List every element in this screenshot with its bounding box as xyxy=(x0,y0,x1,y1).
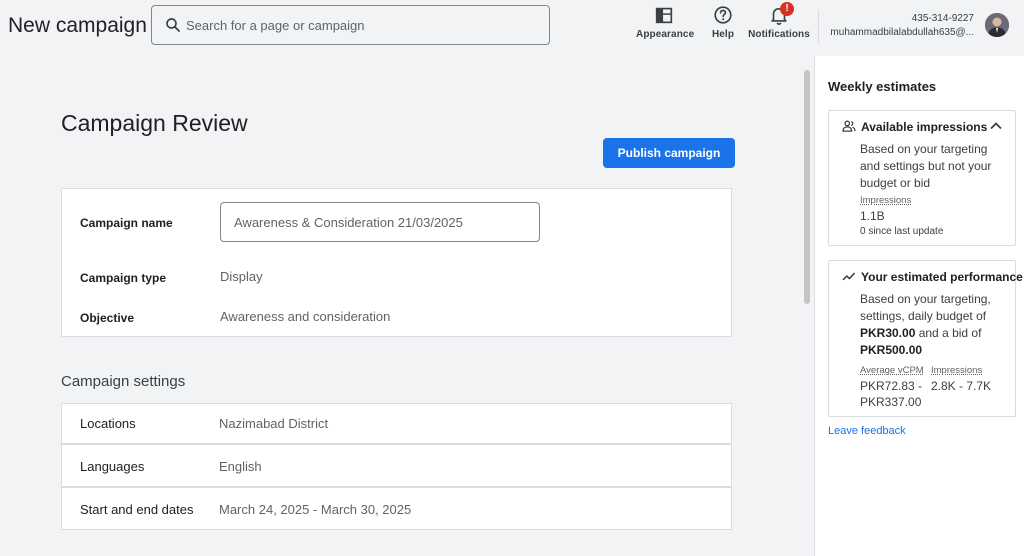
impressions-description: Based on your targeting and settings but… xyxy=(860,142,992,190)
weekly-estimates-panel: Weekly estimates Available impressions B… xyxy=(814,56,1024,556)
help-label: Help xyxy=(711,29,735,40)
appearance-icon xyxy=(655,7,673,24)
campaign-type-label: Campaign type xyxy=(80,271,167,285)
help-icon xyxy=(714,6,732,24)
avatar[interactable] xyxy=(985,13,1009,37)
performance-description: Based on your targeting, settings, daily… xyxy=(860,291,1010,359)
publish-campaign-button[interactable]: Publish campaign xyxy=(603,138,735,168)
campaign-settings-title: Campaign settings xyxy=(61,373,186,390)
impressions-stat-value: 1.1B xyxy=(860,209,885,223)
estimated-performance-title: Your estimated performance xyxy=(861,270,1023,284)
notification-badge: ! xyxy=(780,2,794,16)
settings-row-value: March 24, 2025 - March 30, 2025 xyxy=(219,502,412,517)
settings-row-dates[interactable]: Start and end dates March 24, 2025 - Mar… xyxy=(61,487,732,530)
people-icon xyxy=(842,120,856,132)
impressions-stat-label: Impressions xyxy=(860,195,912,206)
average-vcpm-value-high: PKR337.00 xyxy=(860,395,922,409)
estimated-performance-header: Your estimated performance xyxy=(842,270,1023,284)
available-impressions-title: Available impressions xyxy=(861,120,988,134)
campaign-name-value: Awareness & Consideration 21/03/2025 xyxy=(234,215,463,230)
estimated-performance-card: Your estimated performance Based on your… xyxy=(828,260,1023,417)
trend-icon xyxy=(842,272,856,281)
help-button[interactable]: Help xyxy=(708,4,738,40)
available-impressions-header: Available impressions xyxy=(842,120,987,134)
search-input[interactable] xyxy=(186,7,536,43)
scrollbar-thumb[interactable] xyxy=(804,70,810,304)
search-box[interactable] xyxy=(151,5,550,45)
campaign-name-label: Campaign name xyxy=(80,216,173,230)
settings-row-label: Languages xyxy=(80,459,145,474)
campaign-type-value: Display xyxy=(220,269,263,284)
average-vcpm-value-low: PKR72.83 - xyxy=(860,379,923,393)
search-icon xyxy=(166,18,180,32)
page-title: Campaign Review xyxy=(61,110,248,136)
objective-value: Awareness and consideration xyxy=(220,309,391,324)
performance-impressions-label: Impressions xyxy=(931,365,983,376)
settings-row-value: Nazimabad District xyxy=(219,416,329,431)
appearance-label: Appearance xyxy=(636,29,695,40)
campaign-details-card: Campaign name Awareness & Consideration … xyxy=(61,188,732,337)
average-vcpm-label: Average vCPM xyxy=(860,365,924,376)
panel-title: Weekly estimates xyxy=(828,79,937,94)
daily-budget-value: PKR30.00 xyxy=(860,326,916,340)
available-impressions-card: Available impressions Based on your targ… xyxy=(828,110,1016,246)
settings-row-languages[interactable]: Languages English xyxy=(61,444,732,487)
header-divider xyxy=(818,10,819,44)
performance-desc-text: Based on your targeting, settings, daily… xyxy=(860,292,991,323)
account-email[interactable]: muhammadbilalabdullah635@... xyxy=(830,27,974,38)
performance-desc-mid: and a bid of xyxy=(915,326,982,340)
chevron-up-icon[interactable] xyxy=(989,119,1003,133)
main-content: Campaign Review Publish campaign Campaig… xyxy=(0,56,814,556)
account-phone[interactable]: 435-314-9227 xyxy=(912,13,974,24)
notifications-button[interactable]: ! Notifications xyxy=(748,2,810,40)
user-photo-icon xyxy=(985,13,1009,37)
performance-impressions-value: 2.8K - 7.7K xyxy=(931,379,992,393)
objective-label: Objective xyxy=(80,311,135,325)
notifications-label: Notifications xyxy=(748,29,810,40)
campaign-name-field[interactable]: Awareness & Consideration 21/03/2025 xyxy=(220,202,540,242)
top-bar: New campaign Appearance Help ! Notificat… xyxy=(0,0,1024,56)
settings-row-locations[interactable]: Locations Nazimabad District xyxy=(61,403,732,444)
settings-row-label: Locations xyxy=(80,416,136,431)
settings-row-label: Start and end dates xyxy=(80,502,194,517)
page-header-title: New campaign xyxy=(8,14,147,37)
appearance-button[interactable]: Appearance xyxy=(636,4,695,40)
bid-value: PKR500.00 xyxy=(860,343,923,357)
settings-row-value: English xyxy=(219,459,262,474)
leave-feedback-link[interactable]: Leave feedback xyxy=(828,425,906,437)
impressions-update-note: 0 since last update xyxy=(860,226,944,237)
